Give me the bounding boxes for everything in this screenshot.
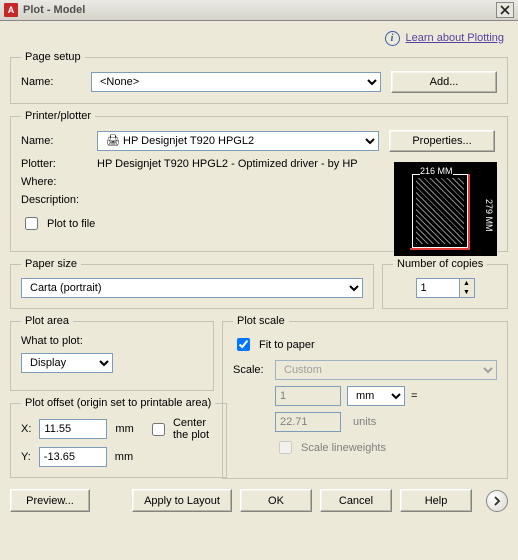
page-setup-legend: Page setup [21,51,85,63]
plotter-value: HP Designjet T920 HPGL2 - Optimized driv… [97,158,358,170]
copies-input[interactable] [416,278,460,298]
scale-label: Scale: [233,364,275,376]
plotter-label: Plotter: [21,158,97,170]
scale-num2-input [275,412,341,432]
copies-legend: Number of copies [393,258,487,270]
x-label: X: [21,423,31,435]
y-unit: mm [115,451,133,463]
learn-plotting-link[interactable]: Learn about Plotting [406,32,508,44]
paper-size-legend: Paper size [21,258,81,270]
what-to-plot-select[interactable]: Display [21,353,113,373]
help-button[interactable]: Help [400,489,472,512]
scale-select: Custom [275,360,497,380]
where-label: Where: [21,176,97,188]
fit-to-paper-label: Fit to paper [259,339,315,351]
paper-preview: 216 MM 279 MM [394,162,497,256]
title-bar: A Plot - Model [0,0,518,21]
plot-to-file-label: Plot to file [47,218,95,230]
scale-unit-select[interactable]: mm [347,386,405,406]
window-title: Plot - Model [23,4,496,16]
spinner-up-icon[interactable]: ▲ [460,279,474,288]
scale-num1-input [275,386,341,406]
cancel-button[interactable]: Cancel [320,489,392,512]
preview-button[interactable]: Preview... [10,489,90,512]
info-icon: i [385,31,400,46]
y-input[interactable] [39,447,107,467]
center-plot-checkbox[interactable] [152,423,165,436]
plot-to-file-checkbox[interactable] [25,217,38,230]
y-label: Y: [21,451,31,463]
plot-area-legend: Plot area [21,315,73,327]
scale-lineweights-checkbox [279,441,292,454]
expand-button[interactable] [486,490,508,512]
center-plot-label: Center the plot [173,417,216,441]
app-icon: A [4,3,18,17]
apply-layout-button[interactable]: Apply to Layout [132,489,232,512]
paper-size-group: Paper size Carta (portrait) [10,258,374,309]
printer-name-select[interactable]: 🖨 HP Designjet T920 HPGL2 [97,131,379,151]
close-icon [500,5,510,15]
copies-spinner[interactable]: ▲▼ [460,278,475,298]
desc-label: Description: [21,194,97,206]
x-unit: mm [115,423,133,435]
preview-width-label: 216 MM [420,166,453,176]
ok-button[interactable]: OK [240,489,312,512]
plot-scale-legend: Plot scale [233,315,289,327]
chevron-right-icon [492,496,502,506]
plot-scale-group: Plot scale Fit to paper Scale: Custom mm… [222,315,508,479]
plot-area-group: Plot area What to plot: Display [10,315,214,391]
plot-offset-legend: Plot offset (origin set to printable are… [21,397,215,409]
page-setup-name-select[interactable]: <None> [91,72,381,92]
equals-label: = [411,390,417,402]
paper-size-select[interactable]: Carta (portrait) [21,278,363,298]
spinner-down-icon[interactable]: ▼ [460,288,474,297]
properties-button[interactable]: Properties... [389,130,495,152]
page-setup-group: Page setup Name: <None> Add... [10,51,508,104]
x-input[interactable] [39,419,107,439]
close-button[interactable] [496,2,514,18]
add-button[interactable]: Add... [391,71,497,93]
page-setup-name-label: Name: [21,76,91,88]
printer-group: Printer/plotter Name: 🖨 HP Designjet T92… [10,110,508,252]
units-label: units [353,416,376,428]
fit-to-paper-checkbox[interactable] [237,338,250,351]
copies-group: Number of copies ▲▼ [382,258,508,309]
printer-legend: Printer/plotter [21,110,95,122]
what-to-plot-label: What to plot: [21,335,203,347]
plot-offset-group: Plot offset (origin set to printable are… [10,397,227,478]
preview-height-label: 279 MM [484,199,494,232]
scale-lineweights-label: Scale lineweights [301,442,386,454]
printer-name-label: Name: [21,135,97,147]
